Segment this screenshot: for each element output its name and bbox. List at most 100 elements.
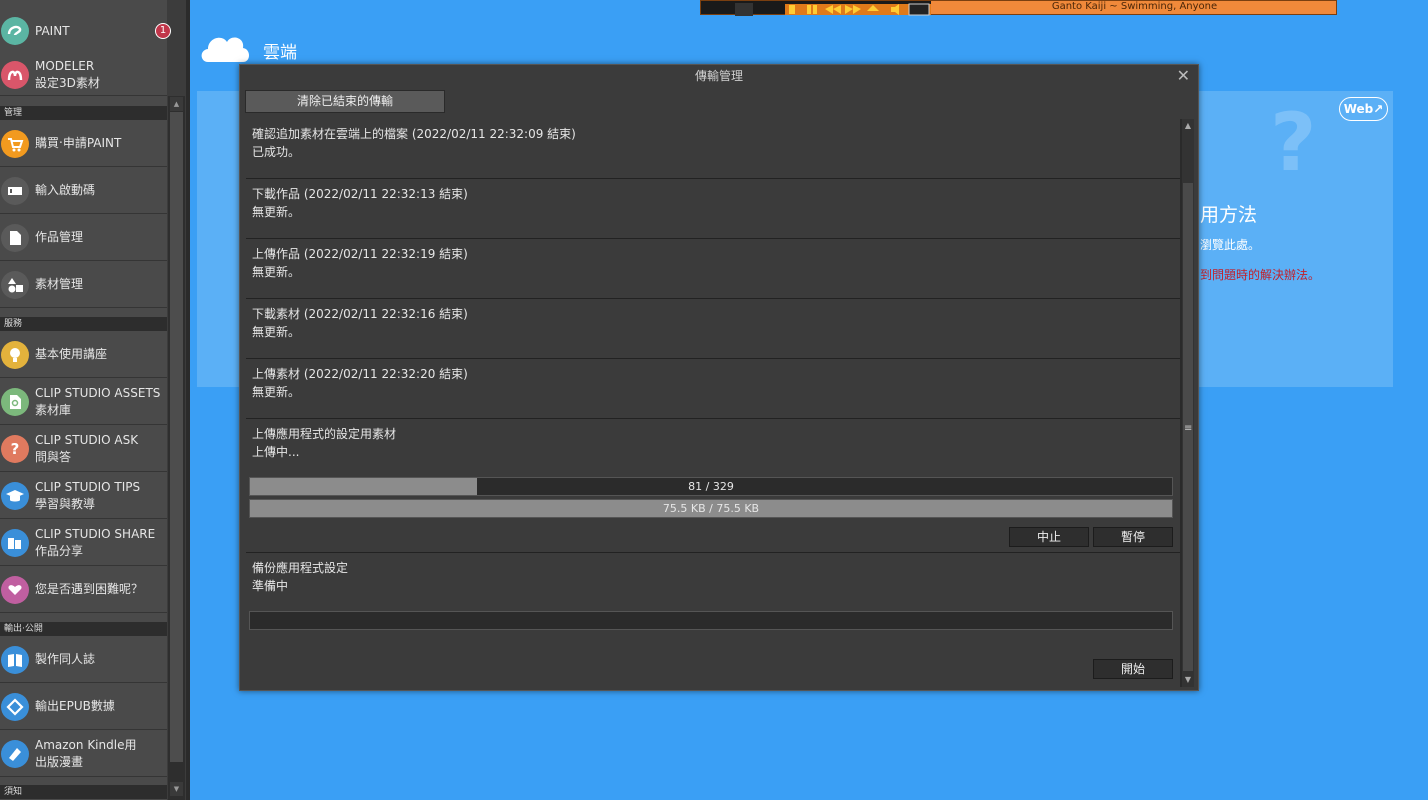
transfer-list: 確認追加素材在雲端上的檔案 (2022/02/11 22:32:09 結束) 已… — [246, 119, 1182, 687]
ticket-icon — [1, 176, 29, 205]
sidebar-item-sublabel: 作品分享 — [35, 543, 84, 558]
scroll-up-arrow-icon[interactable]: ▲ — [1182, 120, 1194, 132]
transfer-status: 無更新。 — [252, 265, 301, 279]
transfer-entry: 下載作品 (2022/02/11 22:32:13 結束) 無更新。 — [246, 179, 1180, 239]
sidebar-item-help[interactable]: 您是否遇到困難呢？ — [0, 567, 167, 613]
transfer-title: 確認追加素材在雲端上的檔案 (2022/02/11 22:32:09 結束) — [252, 127, 576, 141]
document-icon — [1, 223, 29, 252]
sidebar-item-assets[interactable]: CLIP STUDIO ASSETS 素材庫 — [0, 379, 167, 425]
sidebar-item-label: PAINT — [35, 23, 70, 38]
transfer-entry: 下載素材 (2022/02/11 22:32:16 結束) 無更新。 — [246, 299, 1180, 359]
close-icon[interactable]: ✕ — [1177, 67, 1190, 85]
transfer-title: 上傳作品 (2022/02/11 22:32:19 結束) — [252, 247, 468, 261]
scrollbar-thumb[interactable] — [170, 112, 183, 762]
sidebar: PAINT 1 MODELER 設定3D素材 管理 購買‧申請PAINT 輸入啟… — [0, 0, 186, 800]
section-header-export: 輸出‧公開 — [0, 622, 167, 636]
transfer-status: 上傳中... — [252, 445, 300, 459]
scroll-up-arrow-icon[interactable]: ▲ — [170, 97, 183, 111]
sidebar-item-label: 購買‧申請PAINT — [35, 136, 122, 150]
sidebar-item-sublabel: 素材庫 — [35, 402, 72, 417]
panel-splitter[interactable] — [186, 0, 190, 800]
transfer-entry-uploading: 上傳應用程式的設定用素材 上傳中... 81 / 329 75.5 KB / 7… — [246, 419, 1180, 553]
book-icon — [1, 645, 29, 674]
troubleshoot-link[interactable]: 到問題時的解決辦法。 — [1200, 266, 1320, 283]
sidebar-item-label: 輸入啟動碼 — [35, 183, 96, 197]
transfer-status: 無更新。 — [252, 205, 301, 219]
modeler-icon — [1, 60, 29, 89]
shapes-icon — [1, 270, 29, 299]
epub-icon — [1, 692, 29, 721]
sidebar-item-label: CLIP STUDIO ASK — [35, 432, 139, 447]
transfer-manager-dialog: 傳輸管理 ✕ 清除已結束的傳輸 確認追加素材在雲端上的檔案 (2022/02/1… — [239, 64, 1199, 691]
dialog-title: 傳輸管理 — [240, 65, 1198, 87]
start-button[interactable]: 開始 — [1093, 659, 1173, 679]
transfer-title: 下載素材 (2022/02/11 22:32:16 結束) — [252, 307, 468, 321]
progress-label: 81 / 329 — [688, 480, 734, 493]
sidebar-item-tips[interactable]: CLIP STUDIO TIPS 學習與教導 — [0, 473, 167, 519]
transfer-status: 準備中 — [252, 579, 289, 593]
notification-badge: 1 — [155, 23, 171, 39]
heart-hand-icon — [1, 575, 29, 604]
paint-icon — [1, 17, 29, 45]
sidebar-item-label: Amazon Kindle用 — [35, 737, 137, 752]
count-progress-bar: 81 / 329 — [249, 477, 1173, 496]
media-controls[interactable] — [701, 1, 965, 16]
page-title: 雲端 — [263, 43, 297, 63]
transfer-status: 無更新。 — [252, 385, 301, 399]
transfer-list-scrollbar[interactable]: ▲ ≡ ▼ — [1182, 119, 1194, 687]
cloud-icon — [198, 28, 252, 64]
backup-progress-bar — [249, 611, 1173, 630]
browse-link[interactable]: 瀏覽此處。 — [1200, 236, 1260, 253]
sidebar-item-label: CLIP STUDIO ASSETS — [35, 385, 161, 400]
clear-finished-button[interactable]: 清除已結束的傳輸 — [245, 90, 445, 113]
transfer-entry-backup: 備份應用程式設定 準備中 開始 — [246, 553, 1180, 687]
pause-button[interactable]: 暫停 — [1093, 527, 1173, 547]
assets-icon — [1, 387, 29, 416]
sidebar-item-label: MODELER — [35, 58, 95, 73]
transfer-status: 已成功。 — [252, 145, 301, 159]
sidebar-item-label: 作品管理 — [35, 230, 84, 244]
transfer-entry: 上傳作品 (2022/02/11 22:32:19 結束) 無更新。 — [246, 239, 1180, 299]
transfer-title: 下載作品 (2022/02/11 22:32:13 結束) — [252, 187, 468, 201]
sidebar-item-label: 製作同人誌 — [35, 652, 96, 666]
kindle-icon — [1, 739, 29, 768]
section-header-notice: 須知 — [0, 785, 167, 799]
stop-button[interactable]: 中止 — [1009, 527, 1089, 547]
sidebar-item-purchase[interactable]: 購買‧申請PAINT — [0, 121, 167, 167]
sidebar-item-works[interactable]: 作品管理 — [0, 215, 167, 261]
sidebar-item-epub[interactable]: 輸出EPUB數據 — [0, 684, 167, 730]
sidebar-item-label: CLIP STUDIO SHARE — [35, 526, 156, 541]
sidebar-item-sublabel: 問與答 — [35, 449, 72, 464]
sidebar-item-kindle[interactable]: Amazon Kindle用 出版漫畫 — [0, 731, 167, 777]
sidebar-item-share[interactable]: CLIP STUDIO SHARE 作品分享 — [0, 520, 167, 566]
sidebar-item-activation[interactable]: 輸入啟動碼 — [0, 168, 167, 214]
sidebar-item-label: 輸出EPUB數據 — [35, 699, 115, 713]
sidebar-item-doujinshi[interactable]: 製作同人誌 — [0, 637, 167, 683]
sidebar-item-sublabel: 出版漫畫 — [35, 754, 84, 769]
sidebar-item-materials[interactable]: 素材管理 — [0, 262, 167, 308]
transfer-title: 備份應用程式設定 — [252, 561, 349, 575]
section-header-manage: 管理 — [0, 106, 167, 120]
sidebar-item-label: 您是否遇到困難呢？ — [35, 582, 144, 596]
usage-heading: 用方法 — [1200, 204, 1258, 226]
sidebar-item-modeler[interactable]: MODELER 設定3D素材 — [0, 54, 167, 96]
web-link-button[interactable]: Web↗ — [1339, 97, 1388, 121]
sidebar-item-sublabel: 設定3D素材 — [35, 75, 100, 90]
scroll-down-arrow-icon[interactable]: ▼ — [170, 782, 183, 796]
sidebar-item-sublabel: 學習與教導 — [35, 496, 96, 511]
size-progress-bar: 75.5 KB / 75.5 KB — [249, 499, 1173, 518]
sidebar-item-ask[interactable]: ? CLIP STUDIO ASK 問與答 — [0, 426, 167, 472]
section-header-service: 服務 — [0, 317, 167, 331]
question-icon: ? — [1, 434, 29, 463]
sidebar-item-tutorial[interactable]: 基本使用講座 — [0, 332, 167, 378]
scroll-down-arrow-icon[interactable]: ▼ — [1182, 674, 1194, 686]
media-player-bar: Ganto Kaiji ~ Swimming, Anyone — [700, 0, 1337, 16]
sidebar-scrollbar[interactable]: ▲ ▼ — [168, 96, 185, 800]
share-icon — [1, 528, 29, 557]
sidebar-item-label: CLIP STUDIO TIPS — [35, 479, 141, 494]
transfer-entry: 上傳素材 (2022/02/11 22:32:20 結束) 無更新。 — [246, 359, 1180, 419]
sidebar-item-paint[interactable]: PAINT 1 — [0, 10, 171, 52]
progress-label: 75.5 KB / 75.5 KB — [662, 502, 760, 515]
transfer-entry: 確認追加素材在雲端上的檔案 (2022/02/11 22:32:09 結束) 已… — [246, 119, 1180, 179]
now-playing-text: Ganto Kaiji ~ Swimming, Anyone — [1051, 1, 1218, 12]
